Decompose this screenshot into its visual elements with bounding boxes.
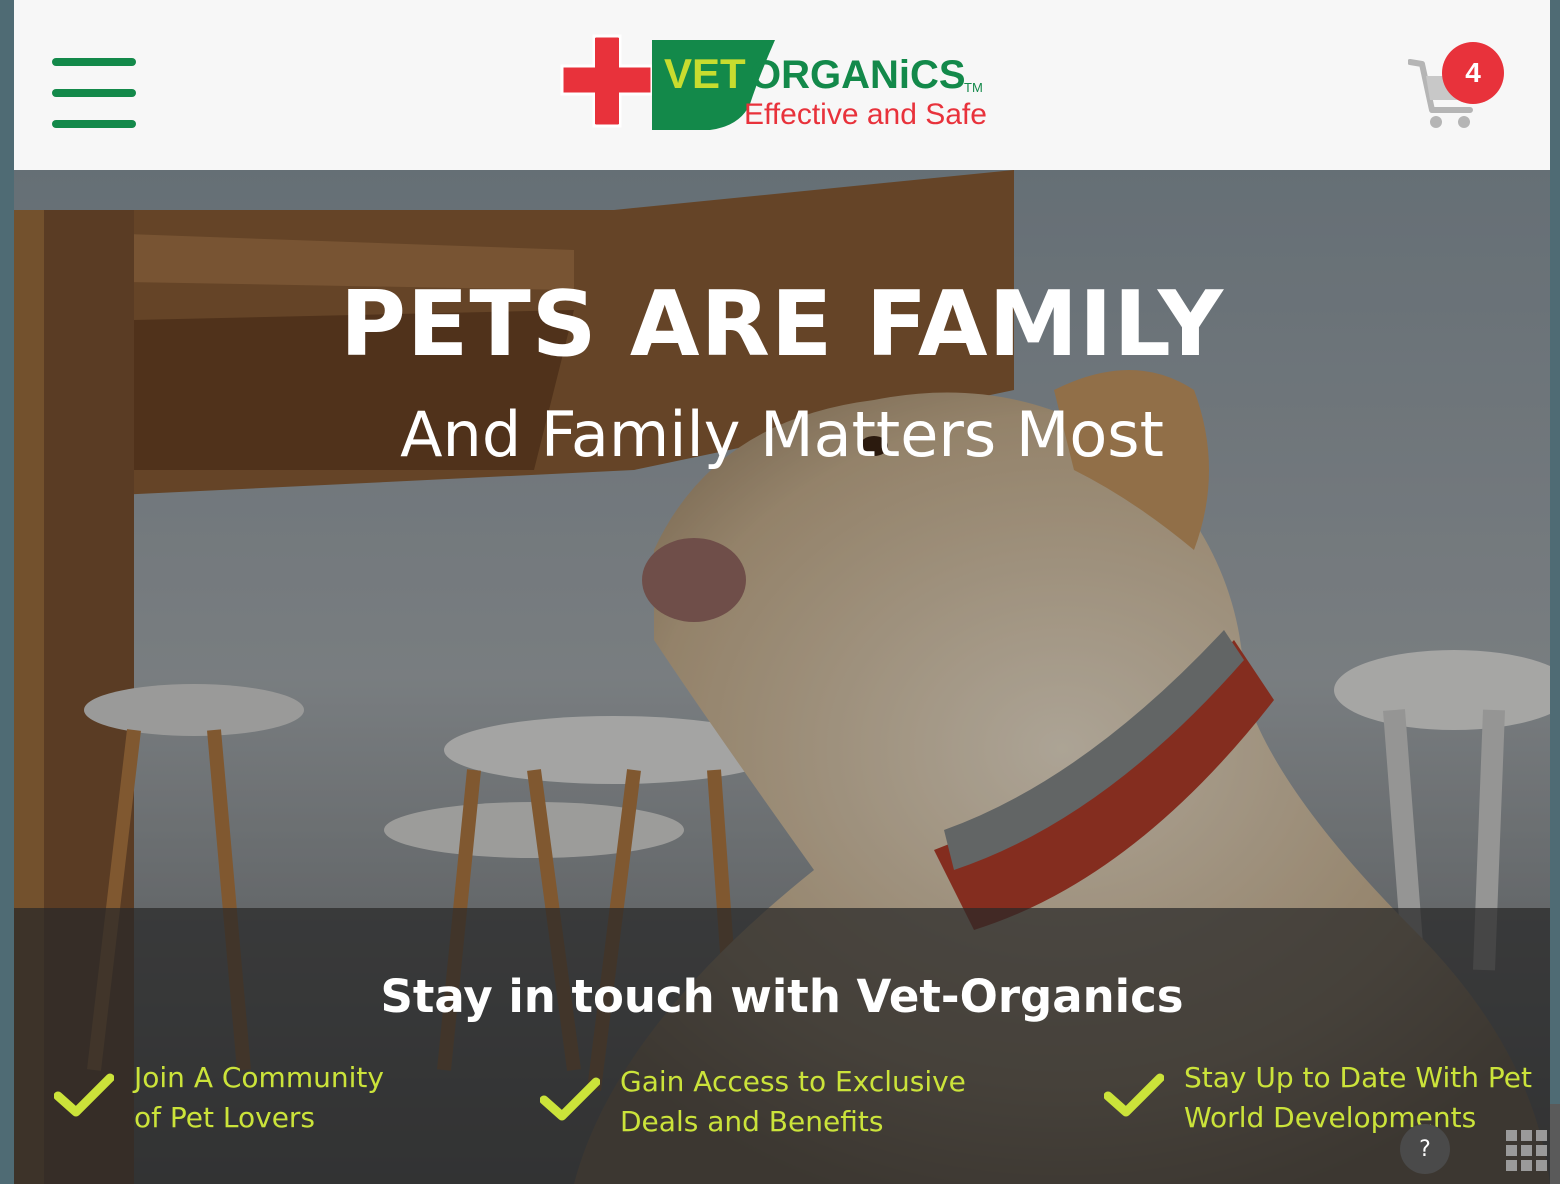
check-icon [540,1077,600,1121]
check-icon [54,1073,114,1117]
grid-icon[interactable] [1506,1130,1548,1172]
newsletter-band: Stay in touch with Vet-Organics Join A C… [14,908,1550,1184]
cart-button[interactable]: 4 [1408,42,1514,132]
logo-trademark: TM [964,80,983,95]
hero-title: PETS ARE FAMILY [339,272,1225,377]
benefit-text: Gain Access to Exclusive Deals and Benef… [620,1065,966,1138]
cart-count-badge: 4 [1442,42,1504,104]
logo-tagline: Effective and Safe [744,98,987,131]
side-panel-edge [1550,1104,1560,1184]
menu-icon[interactable] [52,58,136,128]
hero-subtitle: And Family Matters Most [400,398,1164,471]
benefit-text: Join A Community of Pet Lovers [134,1061,384,1134]
logo-brand-vet: VET [664,50,746,97]
newsletter-title: Stay in touch with Vet-Organics [380,970,1184,1023]
hero-section: PETS ARE FAMILY And Family Matters Most … [14,170,1550,1184]
page-frame: VET ORGANiCS TM Effective and Safe 4 PET… [14,0,1550,1184]
vet-organics-logo[interactable]: VET ORGANiCS TM Effective and Safe [560,34,1010,134]
help-button[interactable]: ? [1400,1124,1450,1174]
check-icon [1104,1073,1164,1117]
logo-brand-organics: ORGANiCS [750,53,966,97]
site-header: VET ORGANiCS TM Effective and Safe 4 [14,0,1550,170]
benefit-text: Stay Up to Date With Pet World Developme… [1184,1061,1532,1134]
